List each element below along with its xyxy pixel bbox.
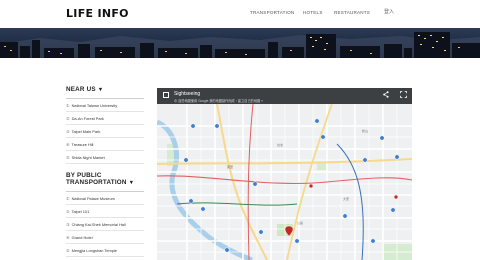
near-us-heading[interactable]: NEAR US ▼ xyxy=(66,86,144,94)
svg-text:松山: 松山 xyxy=(362,128,368,133)
svg-text:萬華: 萬華 xyxy=(227,164,233,169)
transport-title-line1: BY PUBLIC xyxy=(66,172,102,179)
near-item-shida-market[interactable]: ⑤ Shida Night Market xyxy=(66,151,144,164)
near-item-treasure-hill[interactable]: ④ Treasure Hill xyxy=(66,138,144,151)
transport-item-grand-hotel[interactable]: ④ Grand Hotel xyxy=(66,231,144,244)
near-item-da-an-park[interactable]: ② Da-An Forest Park xyxy=(66,112,144,125)
map-legend-toggle-icon[interactable] xyxy=(163,92,169,98)
city-skyline-banner xyxy=(0,28,480,58)
item-number: ② xyxy=(66,116,70,121)
item-label: National Palace Museum xyxy=(71,196,115,201)
sidebar: NEAR US ▼ ① National Taiwan University ②… xyxy=(66,86,144,257)
item-number: ④ xyxy=(66,235,70,240)
map-subtitle[interactable]: ⊕ 這些地圖使用 Google 我的地圖製作而成・建立自己的地圖 » xyxy=(174,98,263,103)
item-label: Taipei 101 xyxy=(71,209,90,214)
item-label: Mengjia Longshan Temple xyxy=(71,248,117,253)
item-number: ② xyxy=(66,209,70,214)
item-label: National Taiwan University xyxy=(71,103,118,108)
item-label: Treasure Hill xyxy=(71,142,94,147)
embedded-google-map[interactable]: Sightseeing ⊕ 這些地圖使用 Google 我的地圖製作而成・建立自… xyxy=(157,88,412,260)
map-title: Sightseeing xyxy=(174,91,201,97)
nav-restaurants[interactable]: RESTAURANTS xyxy=(334,10,370,15)
caret-down-icon: ▼ xyxy=(128,180,135,186)
item-number: ③ xyxy=(66,222,70,227)
item-label: Chiang Kai-Shek Memorial Hall xyxy=(71,222,126,227)
skyline-image xyxy=(0,28,480,58)
site-header: LIFE INFO TRANSPORTATION HOTELS RESTAURA… xyxy=(0,0,480,28)
login-link[interactable]: 登入 xyxy=(384,8,394,15)
item-label: Da-An Forest Park xyxy=(71,116,104,121)
caret-down-icon: ▼ xyxy=(97,87,104,93)
transport-item-taipei-101[interactable]: ② Taipei 101 xyxy=(66,205,144,218)
item-label: Taipei Main Park xyxy=(71,129,101,134)
item-number: ⑤ xyxy=(66,155,70,160)
map-toolbar: Sightseeing ⊕ 這些地圖使用 Google 我的地圖製作而成・建立自… xyxy=(157,88,412,104)
item-number: ④ xyxy=(66,142,70,147)
nav-hotels[interactable]: HOTELS xyxy=(303,10,323,15)
share-icon[interactable] xyxy=(383,91,389,100)
svg-text:公館: 公館 xyxy=(297,220,303,225)
transport-heading[interactable]: BY PUBLIC TRANSPORTATION ▼ xyxy=(66,172,144,187)
nav-transportation[interactable]: TRANSPORTATION xyxy=(250,10,294,15)
item-number: ① xyxy=(66,196,70,201)
item-number: ⑤ xyxy=(66,248,70,253)
site-logo[interactable]: LIFE INFO xyxy=(66,7,129,20)
item-number: ③ xyxy=(66,129,70,134)
transport-item-longshan-temple[interactable]: ⑤ Mengjia Longshan Temple xyxy=(66,244,144,257)
transport-item-cks-memorial[interactable]: ③ Chiang Kai-Shek Memorial Hall xyxy=(66,218,144,231)
svg-text:大安: 大安 xyxy=(343,196,349,201)
near-item-ntu[interactable]: ① National Taiwan University xyxy=(66,99,144,112)
transport-item-palace-museum[interactable]: ① National Palace Museum xyxy=(66,192,144,205)
item-label: Shida Night Market xyxy=(71,155,105,160)
near-us-title: NEAR US xyxy=(66,86,96,93)
transport-title-line2: TRANSPORTATION xyxy=(66,179,127,186)
fullscreen-icon[interactable] xyxy=(400,91,407,100)
item-label: Grand Hotel xyxy=(71,235,93,240)
near-item-taipei-main-park[interactable]: ③ Taipei Main Park xyxy=(66,125,144,138)
item-number: ① xyxy=(66,103,70,108)
map-canvas[interactable]: 台北萬華 大安公館 松山 xyxy=(157,104,412,260)
svg-text:台北: 台北 xyxy=(277,142,283,147)
